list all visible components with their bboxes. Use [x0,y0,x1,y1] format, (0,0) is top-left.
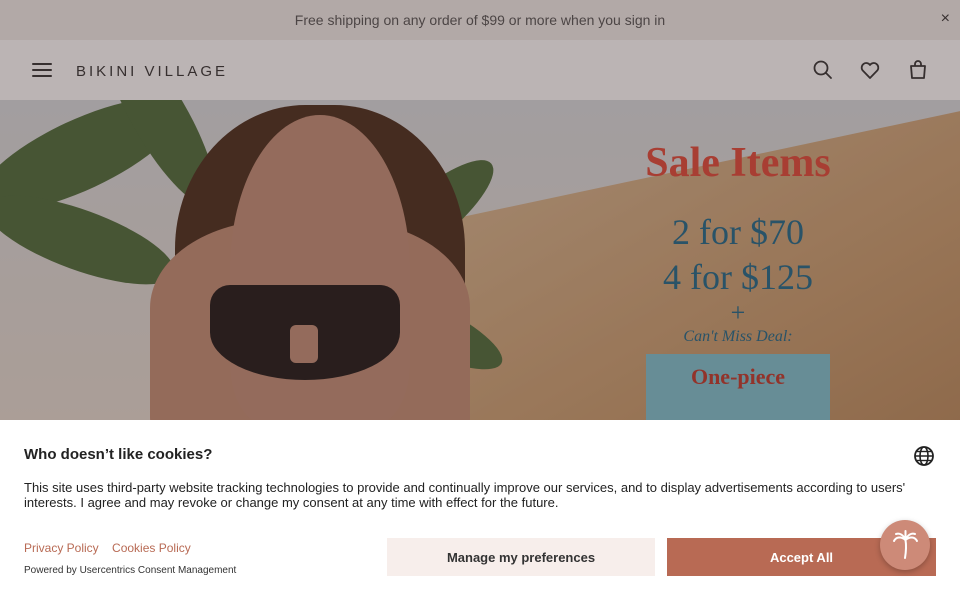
palm-tree-icon [893,530,918,559]
powered-by: Powered by Usercentrics Consent Manageme… [24,565,237,576]
cookie-links: Privacy Policy Cookies Policy [24,541,201,555]
manage-preferences-button[interactable]: Manage my preferences [387,538,655,576]
cookie-title: Who doesn’t like cookies? [24,446,213,463]
cookie-text: This site uses third-party website track… [24,480,906,510]
cookies-policy-link[interactable]: Cookies Policy [112,541,191,555]
modal-overlay [0,0,960,420]
language-globe-icon[interactable] [912,444,936,468]
chat-button[interactable] [880,520,930,570]
privacy-policy-link[interactable]: Privacy Policy [24,541,99,555]
cookie-banner: Who doesn’t like cookies? This site uses… [0,420,960,600]
